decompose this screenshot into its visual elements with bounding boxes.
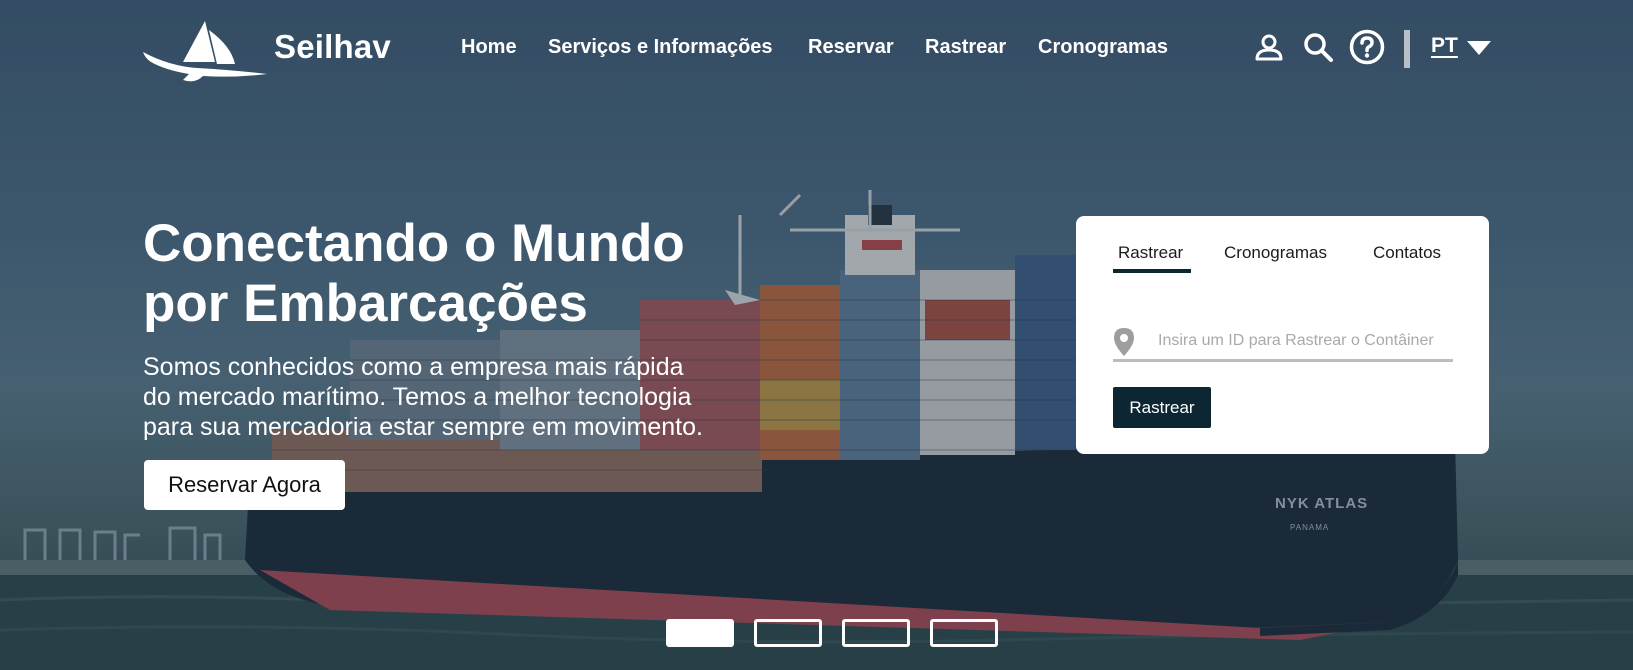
nav-rastrear[interactable]: Rastrear [925, 36, 1006, 59]
carousel-indicators [666, 619, 1000, 647]
language-selector[interactable]: PT [1431, 34, 1458, 58]
logo-icon[interactable] [143, 18, 273, 82]
hero-subtext-line2: do mercado marítimo. Temos a melhor tecn… [143, 383, 692, 411]
active-tab-indicator [1113, 269, 1191, 273]
tab-contatos[interactable]: Contatos [1373, 243, 1441, 263]
brand-name[interactable]: Seilhav [274, 28, 391, 66]
carousel-dot-4[interactable] [930, 619, 998, 647]
reservar-agora-button[interactable]: Reservar Agora [144, 460, 345, 510]
top-navigation: Seilhav Home Serviços e Informações Rese… [0, 0, 1633, 100]
hero-subtext-line1: Somos conhecidos como a empresa mais ráp… [143, 353, 684, 381]
tab-cronogramas[interactable]: Cronogramas [1224, 243, 1327, 263]
carousel-dot-2[interactable] [754, 619, 822, 647]
hero-headline-line1: Conectando o Mundo [143, 214, 685, 273]
chevron-down-icon[interactable] [1467, 41, 1491, 55]
carousel-dot-3[interactable] [842, 619, 910, 647]
tracking-widget: Rastrear Cronogramas Contatos Rastrear [1076, 216, 1489, 454]
hero-subtext: Somos conhecidos como a empresa mais ráp… [143, 352, 763, 442]
carousel-dot-1[interactable] [666, 619, 734, 647]
hero-headline-line2: por Embarcações [143, 274, 588, 333]
hero-headline: Conectando o Mundo por Embarcações [143, 214, 763, 334]
search-icon[interactable] [1301, 30, 1335, 64]
container-id-input[interactable] [1113, 322, 1453, 362]
location-pin-icon [1114, 328, 1134, 356]
nav-servicos-informacoes[interactable]: Serviços e Informações [548, 36, 773, 59]
user-icon[interactable] [1252, 30, 1286, 64]
hero-subtext-line3: para sua mercadoria estar sempre em movi… [143, 413, 703, 441]
header-divider [1404, 30, 1410, 68]
rastrear-button[interactable]: Rastrear [1113, 387, 1211, 428]
nav-home[interactable]: Home [461, 36, 517, 59]
help-icon[interactable] [1349, 29, 1385, 65]
nav-cronogramas[interactable]: Cronogramas [1038, 36, 1168, 59]
tab-rastrear[interactable]: Rastrear [1118, 243, 1183, 263]
nav-reservar[interactable]: Reservar [808, 36, 894, 59]
